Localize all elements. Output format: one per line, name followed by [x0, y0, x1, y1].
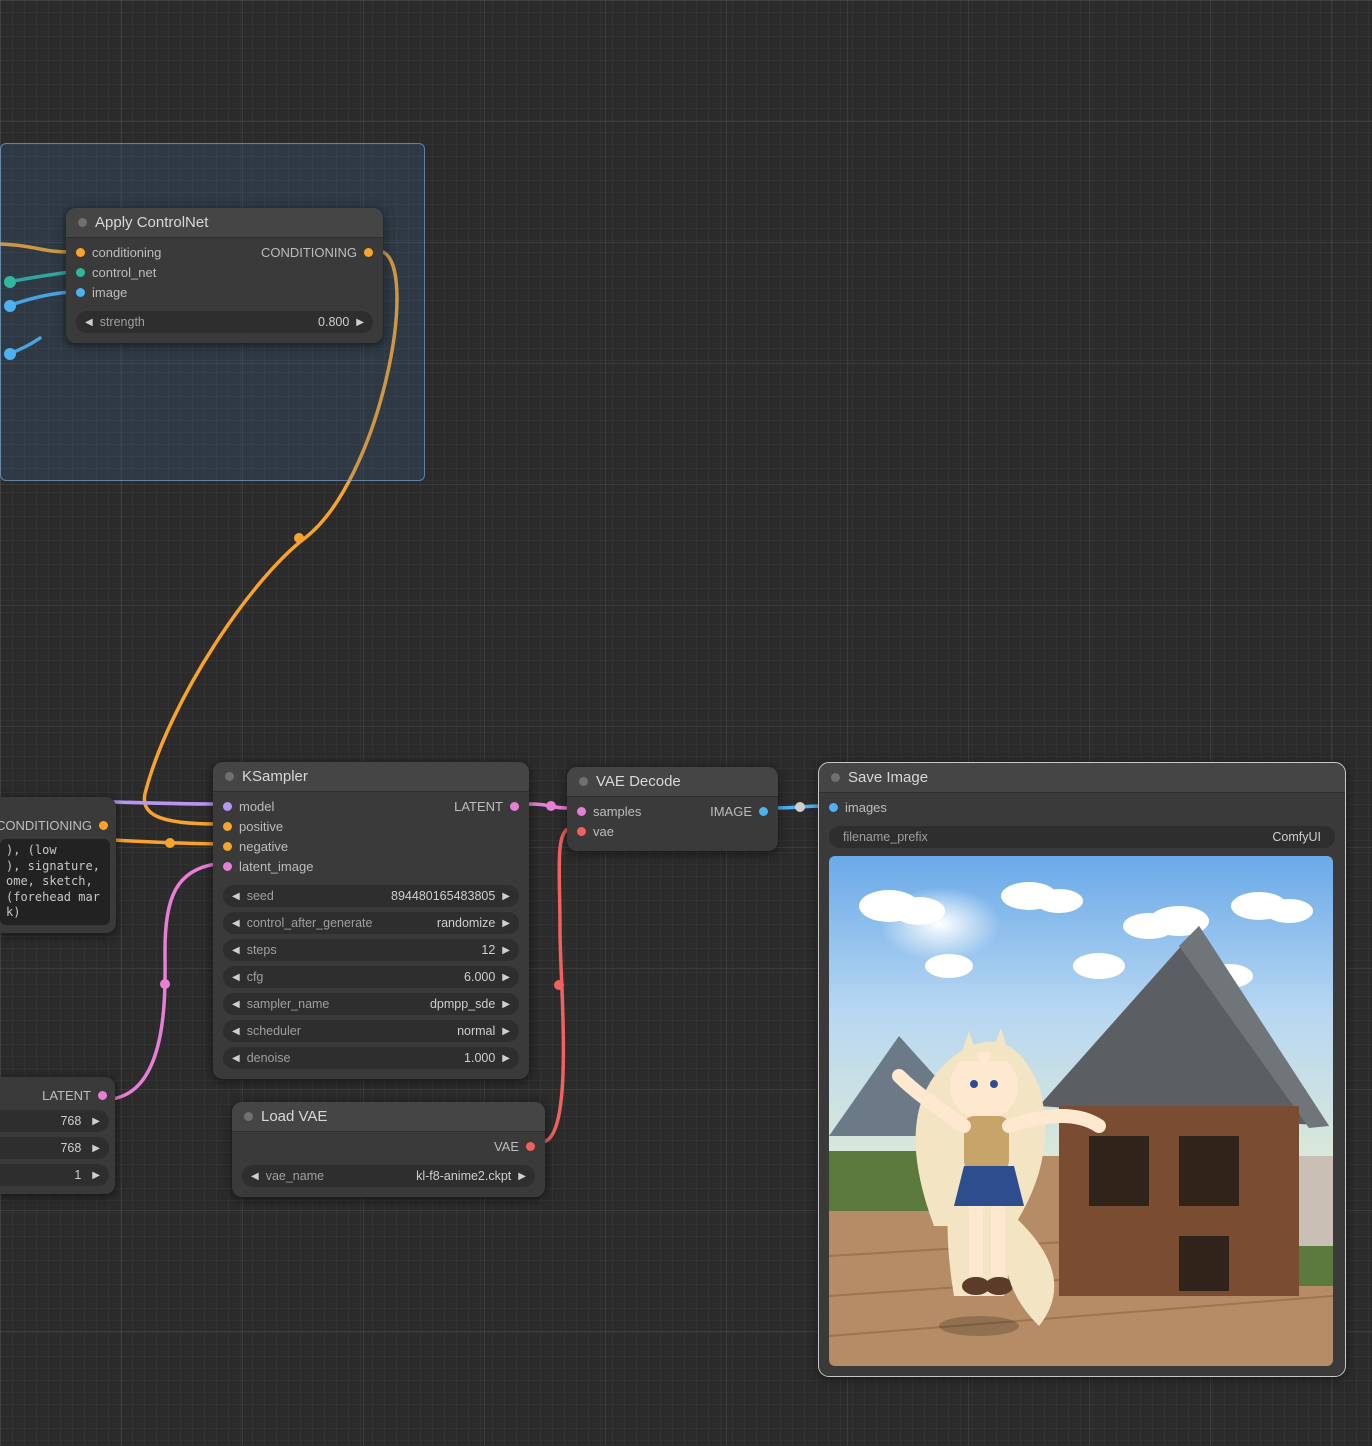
input-samples[interactable]: samples	[577, 804, 641, 819]
title-text: VAE Decode	[596, 773, 681, 790]
input-vae[interactable]: vae	[577, 824, 614, 839]
node-title[interactable]: Save Image	[819, 763, 1345, 793]
output-conditioning[interactable]: CONDITIONING	[261, 245, 373, 260]
decrement-icon[interactable]: ◀	[82, 317, 96, 328]
widget-steps[interactable]: ◀steps12▶	[223, 939, 519, 961]
increment-icon[interactable]: ▶	[89, 1116, 103, 1127]
node-title[interactable]: Apply ControlNet	[66, 208, 383, 238]
collapse-icon[interactable]	[579, 777, 588, 786]
input-positive[interactable]: positive	[223, 819, 283, 834]
node-save-image[interactable]: Save Image images filename_prefix ComfyU…	[819, 763, 1345, 1376]
widget-denoise[interactable]: ◀denoise1.000▶	[223, 1047, 519, 1069]
increment-icon[interactable]: ▶	[499, 972, 513, 983]
increment-icon[interactable]: ▶	[499, 891, 513, 902]
widget-sampler-name[interactable]: ◀sampler_namedpmpp_sde▶	[223, 993, 519, 1015]
widget-seed[interactable]: ◀seed894480165483805▶	[223, 885, 519, 907]
widget-control-after-generate[interactable]: ◀control_after_generaterandomize▶	[223, 912, 519, 934]
widget-cfg[interactable]: ◀cfg6.000▶	[223, 966, 519, 988]
widget-value[interactable]: 768▶	[0, 1110, 109, 1132]
widget-value[interactable]: 1▶	[0, 1164, 109, 1186]
edge-port-image-2[interactable]	[4, 348, 16, 360]
edge-port-controlnet[interactable]	[4, 276, 16, 288]
output-latent[interactable]: LATENT	[0, 1085, 115, 1105]
node-title[interactable]: KSampler	[213, 762, 529, 792]
widget-value[interactable]: 768▶	[0, 1137, 109, 1159]
widget-scheduler[interactable]: ◀schedulernormal▶	[223, 1020, 519, 1042]
widget-vae-name[interactable]: ◀ vae_name kl-f8-anime2.ckpt ▶	[242, 1165, 535, 1187]
node-empty-latent-partial[interactable]: LATENT 768▶ 768▶ 1▶	[0, 1077, 115, 1194]
input-images[interactable]: images	[829, 800, 887, 815]
increment-icon[interactable]: ▶	[515, 1171, 529, 1182]
node-negative-prompt-partial[interactable]: CONDITIONING ), (low), signature,ome, sk…	[0, 797, 116, 933]
input-image[interactable]: image	[76, 285, 127, 300]
title-text: Load VAE	[261, 1108, 327, 1125]
output-image[interactable]: IMAGE	[710, 804, 768, 819]
title-text: Apply ControlNet	[95, 214, 208, 231]
input-control-net[interactable]: control_net	[76, 265, 156, 280]
decrement-icon[interactable]: ◀	[229, 1053, 243, 1064]
edge-port-image-1[interactable]	[4, 300, 16, 312]
decrement-icon[interactable]: ◀	[229, 972, 243, 983]
increment-icon[interactable]: ▶	[499, 1053, 513, 1064]
output-vae[interactable]: VAE	[494, 1139, 535, 1154]
increment-icon[interactable]: ▶	[499, 1026, 513, 1037]
increment-icon[interactable]: ▶	[499, 918, 513, 929]
widget-strength[interactable]: ◀ strength 0.800 ▶	[76, 311, 373, 333]
collapse-icon[interactable]	[831, 773, 840, 782]
node-ksampler[interactable]: KSampler model LATENT positive negative …	[213, 762, 529, 1079]
increment-icon[interactable]: ▶	[353, 317, 367, 328]
node-vae-decode[interactable]: VAE Decode samples IMAGE vae	[567, 767, 778, 851]
output-preview-image[interactable]	[829, 856, 1333, 1366]
title-text: KSampler	[242, 768, 308, 785]
output-conditioning[interactable]: CONDITIONING	[0, 815, 116, 835]
collapse-icon[interactable]	[244, 1112, 253, 1121]
node-apply-controlnet[interactable]: Apply ControlNet conditioning CONDITIONI…	[66, 208, 383, 343]
negative-prompt-text[interactable]: ), (low), signature,ome, sketch,(forehea…	[0, 839, 110, 925]
title-text: Save Image	[848, 769, 928, 786]
node-title[interactable]: Load VAE	[232, 1102, 545, 1132]
decrement-icon[interactable]: ◀	[229, 999, 243, 1010]
input-latent-image[interactable]: latent_image	[223, 859, 313, 874]
increment-icon[interactable]: ▶	[499, 945, 513, 956]
node-load-vae[interactable]: Load VAE VAE ◀ vae_name kl-f8-anime2.ckp…	[232, 1102, 545, 1197]
input-conditioning[interactable]: conditioning	[76, 245, 161, 260]
collapse-icon[interactable]	[78, 218, 87, 227]
input-model[interactable]: model	[223, 799, 274, 814]
node-canvas[interactable]: Apply ControlNet conditioning CONDITIONI…	[0, 0, 1372, 1446]
decrement-icon[interactable]: ◀	[229, 945, 243, 956]
output-latent[interactable]: LATENT	[454, 799, 519, 814]
node-title[interactable]: VAE Decode	[567, 767, 778, 797]
collapse-icon[interactable]	[225, 772, 234, 781]
widget-filename-prefix[interactable]: filename_prefix ComfyUI	[829, 826, 1335, 848]
decrement-icon[interactable]: ◀	[248, 1171, 262, 1182]
decrement-icon[interactable]: ◀	[229, 891, 243, 902]
decrement-icon[interactable]: ◀	[229, 1026, 243, 1037]
decrement-icon[interactable]: ◀	[229, 918, 243, 929]
increment-icon[interactable]: ▶	[89, 1170, 103, 1181]
input-negative[interactable]: negative	[223, 839, 288, 854]
increment-icon[interactable]: ▶	[499, 999, 513, 1010]
increment-icon[interactable]: ▶	[89, 1143, 103, 1154]
